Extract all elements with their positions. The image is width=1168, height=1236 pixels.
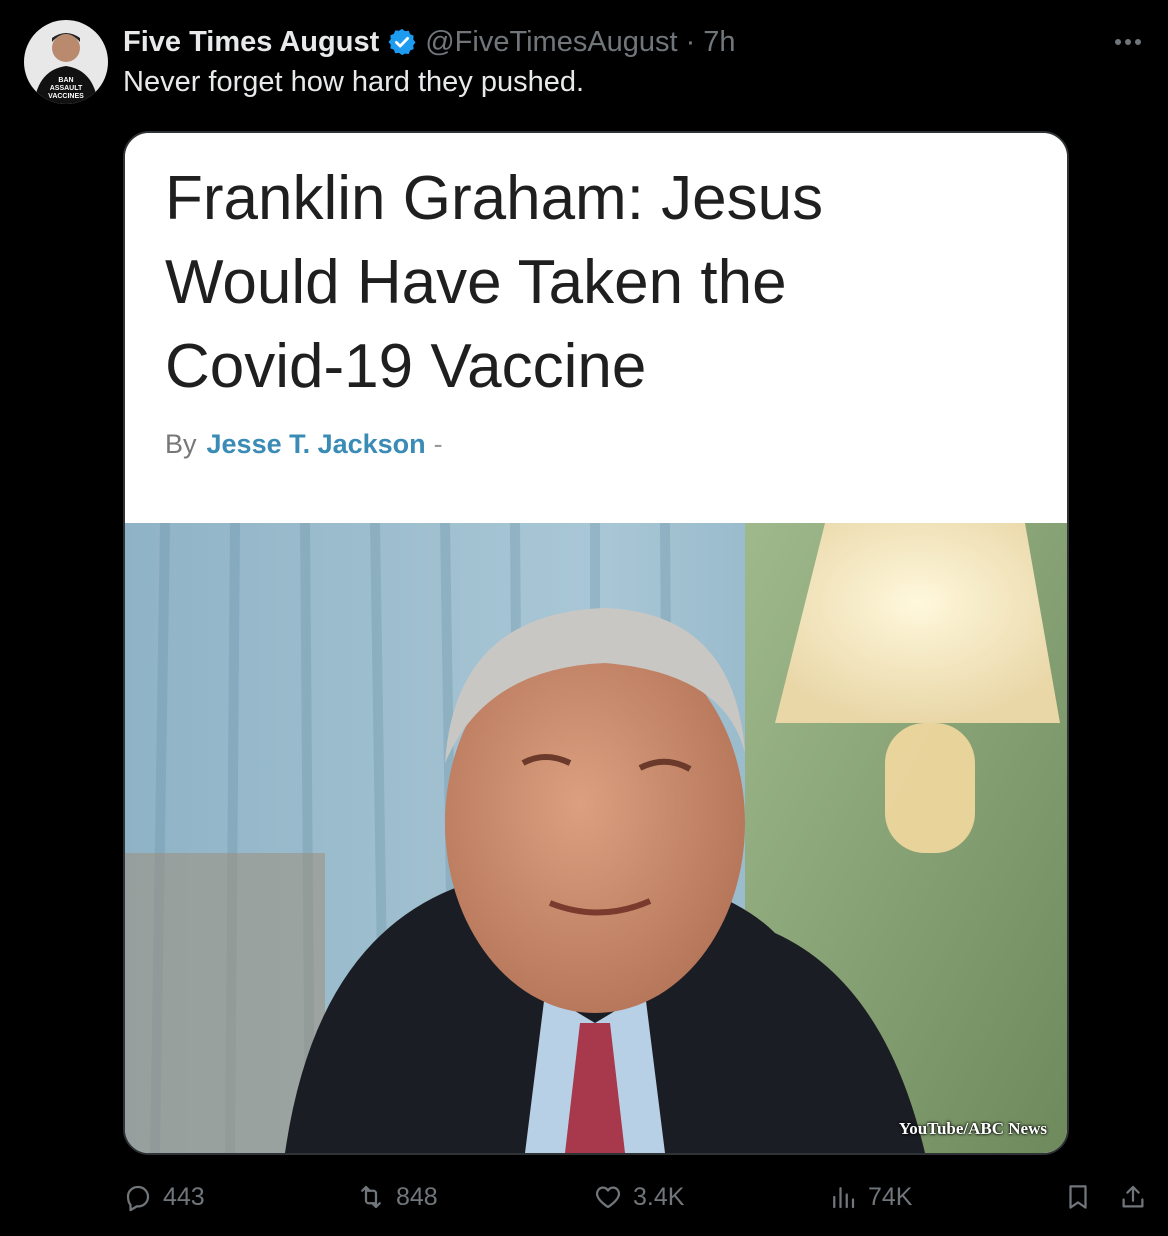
photo-credit: YouTube/ABC News — [898, 1119, 1047, 1138]
avatar-shirt-line-1: BAN — [58, 77, 73, 84]
bookmark-icon — [1069, 1185, 1087, 1209]
views-button[interactable]: 74K — [828, 1175, 912, 1219]
verified-badge-icon[interactable] — [387, 27, 417, 57]
byline-prefix: By — [165, 429, 197, 459]
repost-icon — [361, 1185, 381, 1209]
share-icon — [1122, 1185, 1144, 1208]
avatar-shirt-line-3: VACCINES — [48, 93, 84, 100]
avatar-image: BAN ASSAULT VACCINES — [24, 20, 108, 104]
repost-button[interactable]: 848 — [356, 1175, 438, 1219]
repost-count: 848 — [396, 1182, 438, 1211]
tweet-timestamp[interactable]: 7h — [703, 26, 735, 59]
reply-icon — [126, 1185, 150, 1212]
headline-line-2: Would Have Taken the — [165, 248, 787, 317]
article-byline: By Jesse T. Jackson - — [165, 429, 443, 460]
avatar[interactable]: BAN ASSAULT VACCINES — [24, 20, 108, 104]
display-name[interactable]: Five Times August — [123, 26, 379, 59]
headline-line-3: Covid-19 Vaccine — [165, 332, 647, 401]
byline-author: Jesse T. Jackson — [206, 429, 426, 459]
avatar-shirt-line-2: ASSAULT — [50, 85, 83, 92]
tweet-actions: 443 848 3.4K 74K — [123, 1175, 1153, 1219]
article-header: Franklin Graham: Jesus Would Have Taken … — [125, 133, 1067, 523]
article-headline: Franklin Graham: Jesus Would Have Taken … — [165, 157, 1005, 409]
view-count: 74K — [868, 1182, 913, 1211]
tweet-text: Never forget how hard they pushed. — [123, 66, 585, 98]
tweet-media[interactable]: Franklin Graham: Jesus Would Have Taken … — [123, 131, 1069, 1155]
views-icon — [833, 1187, 855, 1209]
more-icon[interactable] — [1110, 30, 1146, 54]
header-separator: · — [685, 25, 696, 58]
share-button[interactable] — [1118, 1175, 1158, 1219]
headline-line-1: Franklin Graham: Jesus — [165, 164, 824, 233]
portrait-photo — [125, 523, 1067, 1153]
user-handle[interactable]: @FiveTimesAugust — [425, 26, 677, 59]
bookmark-button[interactable] — [1063, 1175, 1103, 1219]
like-count: 3.4K — [633, 1182, 685, 1211]
reply-count: 443 — [163, 1182, 205, 1211]
byline-suffix: - — [433, 429, 443, 459]
tweet-header: Five Times August @FiveTimesAugust · 7h — [123, 22, 736, 62]
article-photo: YouTube/ABC News — [125, 523, 1067, 1153]
like-button[interactable]: 3.4K — [593, 1175, 684, 1219]
reply-button[interactable]: 443 — [123, 1175, 205, 1219]
heart-icon — [595, 1186, 621, 1209]
